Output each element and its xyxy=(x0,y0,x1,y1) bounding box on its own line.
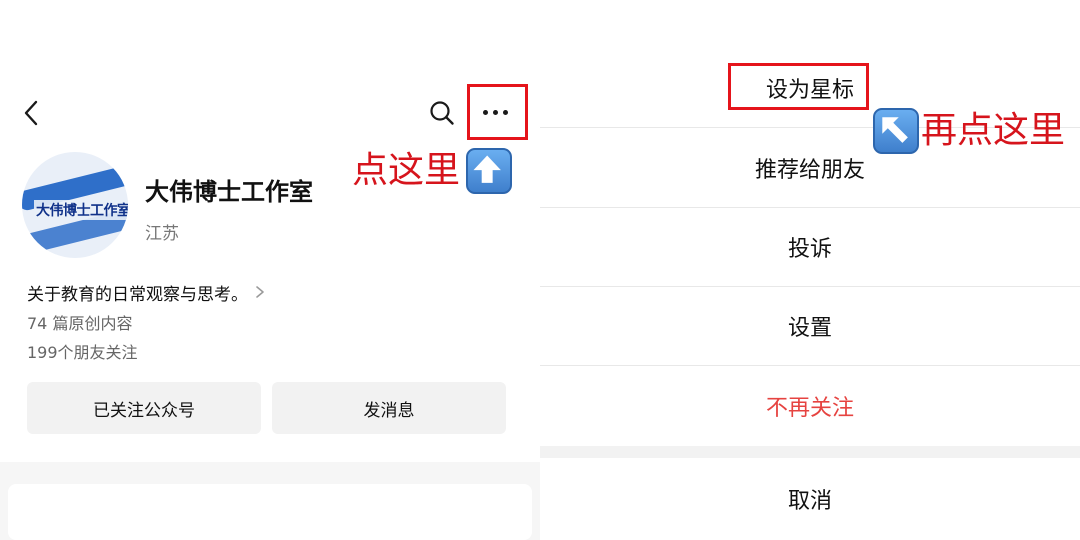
send-message-button[interactable]: 发消息 xyxy=(272,382,506,434)
account-region: 江苏 xyxy=(145,224,179,244)
avatar-logo-text: 大伟博士工作室 xyxy=(34,200,128,220)
followed-account-button[interactable]: 已关注公众号 xyxy=(27,382,261,434)
chevron-right-icon xyxy=(256,286,264,298)
chevron-left-icon[interactable] xyxy=(20,98,42,128)
intro-text: 关于教育的日常观察与思考。 xyxy=(27,284,248,305)
tap-here-annotation: 点这里 xyxy=(352,150,461,191)
search-icon[interactable] xyxy=(428,99,456,127)
unfollow-option[interactable]: 不再关注 xyxy=(540,366,1080,446)
set-star-highlight-box xyxy=(728,63,869,110)
sheet-section-gap xyxy=(540,446,1080,458)
friends-following-stat: 199个朋友关注 xyxy=(27,343,138,362)
arrow-up-icon xyxy=(466,148,512,194)
action-sheet-panel: 设为星标 推荐给朋友 投诉 设置 不再关注 取消 再点这里 xyxy=(540,0,1080,540)
original-count-stat: 74 篇原创内容 xyxy=(27,314,133,333)
more-button-highlight-box xyxy=(467,84,528,140)
report-option[interactable]: 投诉 xyxy=(540,208,1080,286)
arrow-up-left-icon xyxy=(873,108,919,154)
cancel-button[interactable]: 取消 xyxy=(540,458,1080,540)
account-profile-panel: 点这里 大伟博士工作室 大伟博士工作室 江苏 关于教育的日常观察与思考。 74 … xyxy=(0,0,540,540)
intro-link[interactable]: 关于教育的日常观察与思考。 xyxy=(27,281,268,305)
settings-option[interactable]: 设置 xyxy=(540,287,1080,365)
avatar: 大伟博士工作室 xyxy=(22,152,128,258)
account-name: 大伟博士工作室 xyxy=(145,178,313,206)
tap-again-annotation: 再点这里 xyxy=(921,110,1066,151)
content-card xyxy=(8,484,532,540)
